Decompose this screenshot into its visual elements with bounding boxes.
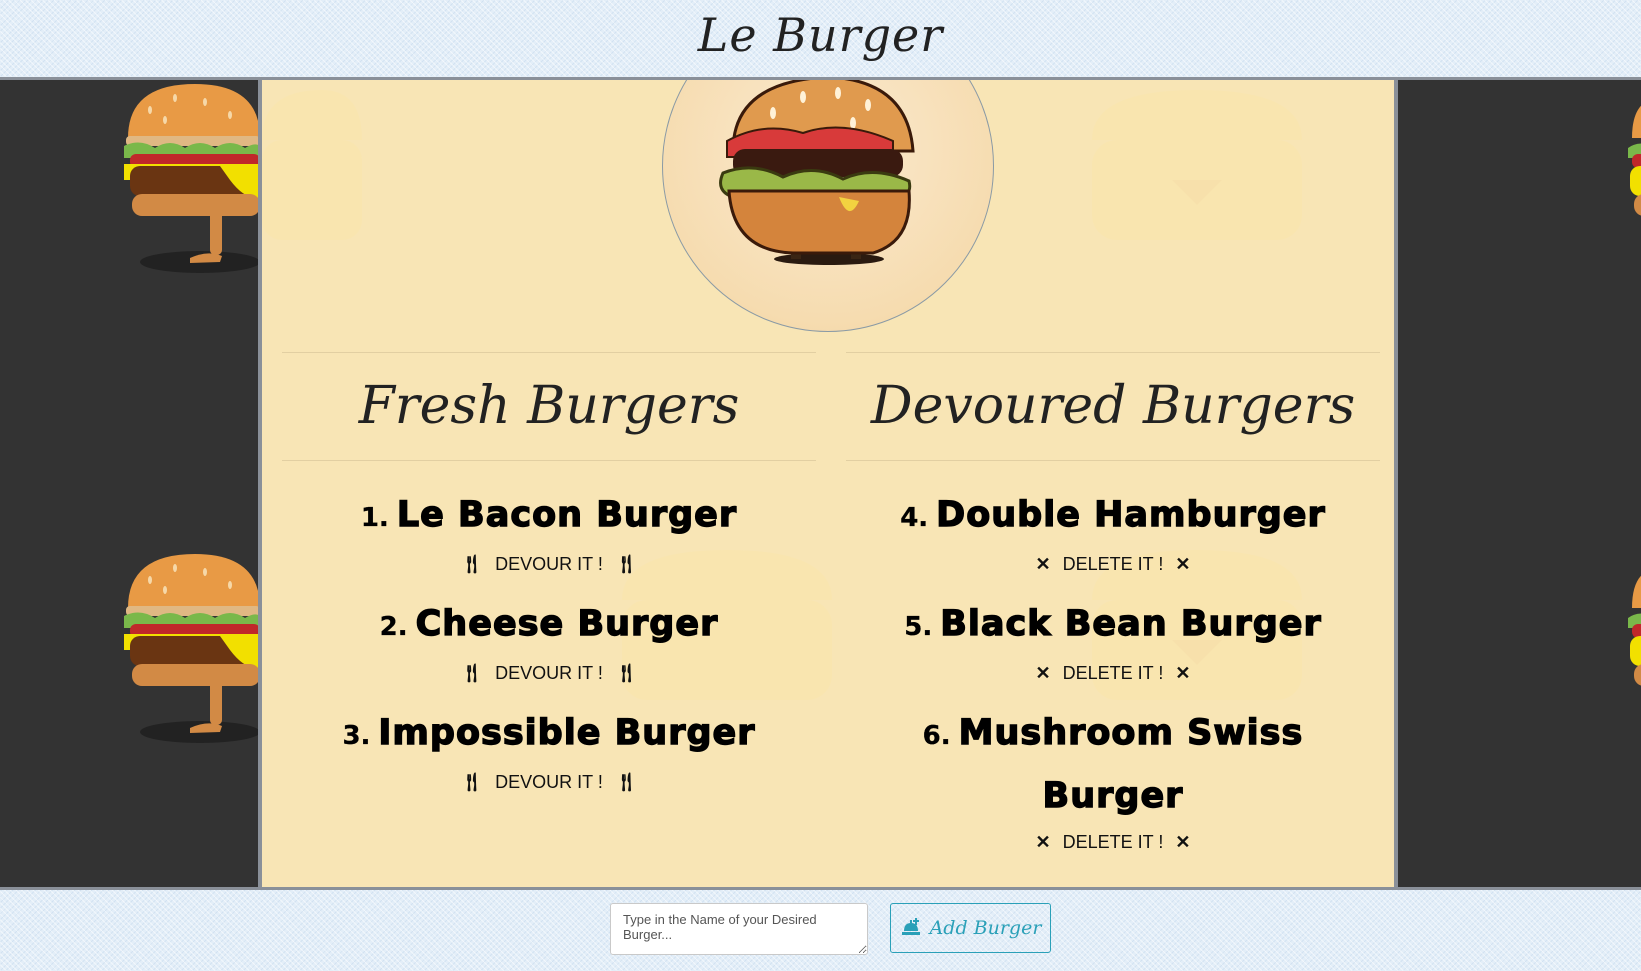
site-title: Le Burger (697, 8, 944, 62)
burger-number: 5. (904, 612, 933, 642)
devoured-burgers-heading: Devoured Burgers (846, 352, 1380, 461)
list-item: 3. Impossible Burger 🍴︎ DEVOUR IT ! 🍴︎ (282, 703, 816, 798)
devoured-burgers-list: 4. Double Hamburger ✕ DELETE IT ! ✕ 5. Bla… (846, 485, 1380, 858)
close-icon: ✕ (1175, 832, 1191, 852)
add-burger-footer: Add Burger (0, 887, 1641, 971)
delete-label: DELETE IT ! (1062, 554, 1164, 574)
devour-label: DEVOUR IT ! (495, 772, 603, 792)
delete-button[interactable]: ✕ DELETE IT ! ✕ (1036, 657, 1191, 689)
devoured-burgers-column: Devoured Burgers 4. Double Hamburger ✕ DE… (846, 352, 1380, 858)
close-icon: ✕ (1035, 832, 1051, 852)
logo-badge (662, 80, 994, 332)
fork-knife-icon: 🍴︎ (614, 663, 638, 683)
list-item: 4. Double Hamburger ✕ DELETE IT ! ✕ (846, 485, 1380, 580)
burger-name-text: Impossible Burger (378, 712, 756, 753)
devour-label: DEVOUR IT ! (495, 663, 603, 683)
burger-mascot-image (1628, 105, 1641, 216)
devour-label: DEVOUR IT ! (495, 554, 603, 574)
burger-name-text: Double Hamburger (935, 494, 1326, 535)
list-item: 1. Le Bacon Burger 🍴︎ DEVOUR IT ! 🍴︎ (282, 485, 816, 580)
fresh-burgers-list: 1. Le Bacon Burger 🍴︎ DEVOUR IT ! 🍴︎ 2. Ch… (282, 485, 816, 798)
burger-mascot-image (124, 554, 258, 743)
burger-name: 1. Le Bacon Burger (282, 485, 816, 548)
burger-name-text: Black Bean Burger (940, 603, 1322, 644)
devour-button[interactable]: 🍴︎ DEVOUR IT ! 🍴︎ (460, 766, 637, 798)
add-burger-button[interactable]: Add Burger (890, 903, 1051, 953)
burger-logo-image (719, 80, 915, 265)
fork-knife-icon: 🍴︎ (460, 554, 484, 574)
close-icon: ✕ (1175, 663, 1191, 683)
fresh-burgers-heading: Fresh Burgers (282, 352, 816, 461)
add-burger-label: Add Burger (929, 917, 1042, 939)
food-tray-icon (901, 918, 920, 935)
main-content-card: Fresh Burgers 1. Le Bacon Burger 🍴︎ DEVOU… (258, 80, 1398, 887)
burger-name: 3. Impossible Burger (282, 703, 816, 766)
delete-label: DELETE IT ! (1062, 663, 1164, 683)
delete-button[interactable]: ✕ DELETE IT ! ✕ (1036, 548, 1191, 580)
fork-knife-icon: 🍴︎ (614, 772, 638, 792)
burger-watermark-image (262, 90, 362, 240)
burger-name: 6. Mushroom Swiss Burger (846, 703, 1380, 826)
burger-name-text: Le Bacon Burger (396, 494, 738, 535)
burger-mascot-image (124, 84, 258, 273)
fork-knife-icon: 🍴︎ (460, 663, 484, 683)
burger-name-text: Cheese Burger (415, 603, 719, 644)
delete-button[interactable]: ✕ DELETE IT ! ✕ (1036, 826, 1191, 858)
burger-number: 4. (900, 503, 929, 533)
close-icon: ✕ (1035, 663, 1051, 683)
list-item: 5. Black Bean Burger ✕ DELETE IT ! ✕ (846, 594, 1380, 689)
burger-watermark-image (1092, 90, 1302, 240)
burger-name: 4. Double Hamburger (846, 485, 1380, 548)
left-side-panel (0, 80, 258, 887)
fork-knife-icon: 🍴︎ (460, 772, 484, 792)
burger-name: 5. Black Bean Burger (846, 594, 1380, 657)
site-header: Le Burger (0, 0, 1641, 80)
list-item: 2. Cheese Burger 🍴︎ DEVOUR IT ! 🍴︎ (282, 594, 816, 689)
burger-name-text: Mushroom Swiss Burger (958, 712, 1304, 816)
close-icon: ✕ (1175, 554, 1191, 574)
burger-name-input[interactable] (610, 903, 868, 955)
fork-knife-icon: 🍴︎ (614, 554, 638, 574)
list-item: 6. Mushroom Swiss Burger ✕ DELETE IT ! ✕ (846, 703, 1380, 858)
right-side-panel (1398, 80, 1641, 887)
close-icon: ✕ (1035, 554, 1051, 574)
burger-number: 3. (342, 721, 371, 751)
burger-name: 2. Cheese Burger (282, 594, 816, 657)
fresh-burgers-column: Fresh Burgers 1. Le Bacon Burger 🍴︎ DEVOU… (282, 352, 816, 798)
burger-number: 6. (922, 721, 951, 751)
devour-button[interactable]: 🍴︎ DEVOUR IT ! 🍴︎ (460, 657, 637, 689)
burger-mascot-image (1628, 575, 1641, 686)
delete-label: DELETE IT ! (1062, 832, 1164, 852)
devour-button[interactable]: 🍴︎ DEVOUR IT ! 🍴︎ (460, 548, 637, 580)
burger-number: 2. (379, 612, 408, 642)
burger-number: 1. (360, 503, 389, 533)
